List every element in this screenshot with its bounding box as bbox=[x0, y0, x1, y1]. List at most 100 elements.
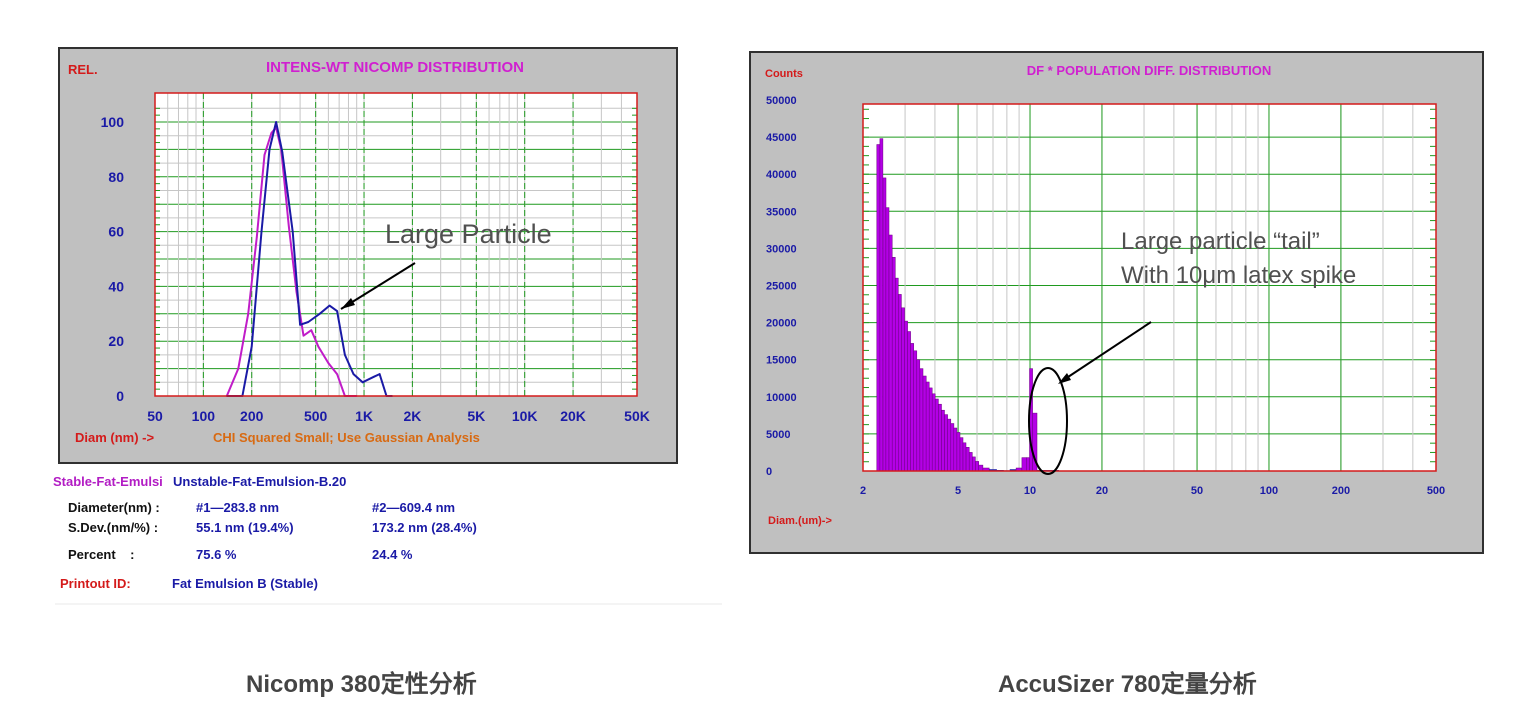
sdev-peak-2: 173.2 nm (28.4%) bbox=[372, 520, 477, 535]
accusizer-bar bbox=[891, 257, 896, 472]
nicomp-series-point bbox=[361, 381, 364, 384]
accusizer-y-tick-label: 40000 bbox=[766, 169, 797, 181]
accusizer-y-tick-label: 25000 bbox=[766, 281, 797, 293]
accusizer-bar bbox=[916, 359, 921, 472]
accusizer-y-tick-label: 50000 bbox=[766, 95, 797, 107]
accusizer-bar bbox=[928, 387, 933, 472]
nicomp-series-point bbox=[260, 230, 263, 233]
accusizer-chart-title: DF * POPULATION DIFF. DISTRIBUTION bbox=[1027, 63, 1272, 78]
accusizer-bar bbox=[947, 418, 952, 472]
accusizer-bar bbox=[931, 393, 936, 472]
nicomp-series-point bbox=[378, 373, 381, 375]
nicomp-x-tick-label: 50K bbox=[624, 408, 650, 424]
nicomp-series-point bbox=[268, 148, 271, 151]
accusizer-bar bbox=[910, 343, 914, 472]
accusizer-bar bbox=[959, 437, 964, 472]
accusizer-y-tick-label: 45000 bbox=[766, 132, 797, 144]
accusizer-bar bbox=[907, 331, 911, 472]
accusizer-bar bbox=[888, 234, 893, 472]
percent-peak-2: 24.4 % bbox=[372, 547, 413, 562]
nicomp-y-tick-label: 100 bbox=[101, 114, 125, 130]
accusizer-bar bbox=[941, 409, 945, 472]
nicomp-caption: Nicomp 380定性分析 bbox=[246, 671, 477, 698]
accusizer-panel: Counts DF * POPULATION DIFF. DISTRIBUTIO… bbox=[749, 51, 1484, 554]
nicomp-series-point bbox=[302, 334, 305, 337]
accusizer-x-tick-label: 200 bbox=[1332, 485, 1350, 497]
nicomp-series-point bbox=[327, 362, 330, 364]
accusizer-y-tick-label: 20000 bbox=[766, 318, 797, 330]
nicomp-x-tick-label: 20K bbox=[560, 408, 586, 424]
nicomp-series-point bbox=[307, 321, 310, 323]
nicomp-y-tick-label: 80 bbox=[108, 169, 124, 185]
nicomp-series-point bbox=[328, 304, 331, 307]
nicomp-series-point bbox=[318, 313, 321, 315]
printout-id-label: Printout ID: bbox=[60, 576, 131, 591]
accusizer-bar bbox=[956, 432, 961, 472]
nicomp-panel: REL. INTENS-WT NICOMP DISTRIBUTION 100 80… bbox=[58, 47, 678, 464]
accusizer-bar bbox=[972, 456, 976, 472]
nicomp-series-point bbox=[250, 345, 253, 348]
accusizer-bar bbox=[1021, 457, 1027, 472]
nicomp-series-point bbox=[317, 345, 320, 348]
accusizer-x-tick-label: 10 bbox=[1024, 485, 1036, 497]
nicomp-y-tick-label: 0 bbox=[116, 388, 124, 404]
nicomp-annotation-large-particle: Large Particle bbox=[385, 219, 552, 249]
diameter-peak-2: #2—609.4 nm bbox=[372, 500, 456, 515]
nicomp-series-point bbox=[263, 154, 266, 156]
nicomp-x-axis-label: Diam (nm) -> bbox=[75, 430, 155, 445]
percent-label: Percent : bbox=[68, 547, 135, 562]
accusizer-y-tick-label: 0 bbox=[766, 466, 772, 478]
nicomp-x-tick-label: 200 bbox=[240, 408, 264, 424]
nicomp-x-tick-label: 500 bbox=[304, 408, 328, 424]
nicomp-series-point bbox=[255, 236, 258, 238]
accusizer-caption: AccuSizer 780定量分析 bbox=[998, 671, 1257, 698]
accusizer-bar bbox=[925, 381, 930, 472]
accusizer-x-axis-label: Diam.(um)-> bbox=[768, 515, 832, 527]
nicomp-x-tick-label: 2K bbox=[403, 408, 421, 424]
nicomp-series-point bbox=[247, 313, 249, 315]
nicomp-series-point bbox=[373, 376, 375, 378]
nicomp-x-tick-label: 50 bbox=[147, 408, 163, 424]
nicomp-series-point bbox=[336, 373, 338, 375]
accusizer-bar bbox=[913, 350, 918, 472]
printout-id-value: Fat Emulsion B (Stable) bbox=[172, 576, 318, 591]
accusizer-bar bbox=[898, 294, 902, 472]
accusizer-bar bbox=[1026, 457, 1030, 472]
accusizer-bar bbox=[904, 320, 908, 472]
accusizer-bar bbox=[901, 307, 905, 472]
nicomp-status-text: CHI Squared Small; Use Gaussian Analysis bbox=[213, 430, 480, 445]
accusizer-bar bbox=[919, 368, 924, 472]
nicomp-series-point bbox=[310, 329, 313, 332]
accusizer-x-tick-label: 500 bbox=[1427, 485, 1445, 497]
accusizer-y-tick-label: 15000 bbox=[766, 355, 797, 367]
nicomp-series-point bbox=[291, 230, 294, 233]
accusizer-bar bbox=[895, 277, 899, 472]
legend-unstable-fat-emulsion: Unstable-Fat-Emulsion-B.20 bbox=[173, 474, 347, 489]
nicomp-x-tick-label: 100 bbox=[192, 408, 216, 424]
nicomp-x-tick-label: 10K bbox=[512, 408, 538, 424]
accusizer-x-tick-label: 5 bbox=[955, 485, 961, 497]
nicomp-series-point bbox=[288, 225, 290, 227]
accusizer-bar bbox=[879, 138, 884, 472]
nicomp-chart-title: INTENS-WT NICOMP DISTRIBUTION bbox=[266, 59, 524, 76]
accusizer-bar bbox=[978, 464, 984, 472]
accusizer-bar bbox=[950, 423, 955, 472]
accusizer-y-tick-label: 5000 bbox=[766, 429, 790, 441]
accusizer-bar bbox=[975, 461, 979, 472]
nicomp-x-tick-label: 5K bbox=[467, 408, 485, 424]
accusizer-x-tick-label: 20 bbox=[1096, 485, 1108, 497]
sdev-peak-1: 55.1 nm (19.4%) bbox=[196, 520, 294, 535]
accusizer-bar bbox=[953, 427, 958, 472]
accusizer-y-tick-label: 35000 bbox=[766, 206, 797, 218]
nicomp-series-point bbox=[270, 132, 273, 134]
accusizer-bar bbox=[922, 375, 927, 472]
accusizer-y-tick-label: 30000 bbox=[766, 243, 797, 255]
accusizer-bar bbox=[882, 177, 887, 472]
nicomp-y-tick-label: 20 bbox=[108, 333, 124, 349]
accusizer-bar bbox=[876, 144, 881, 472]
accusizer-bar bbox=[965, 447, 970, 472]
diameter-peak-1: #1—283.8 nm bbox=[196, 500, 280, 515]
accusizer-x-tick-label: 2 bbox=[860, 485, 866, 497]
accusizer-bar bbox=[938, 403, 942, 472]
nicomp-series-point bbox=[275, 121, 277, 123]
